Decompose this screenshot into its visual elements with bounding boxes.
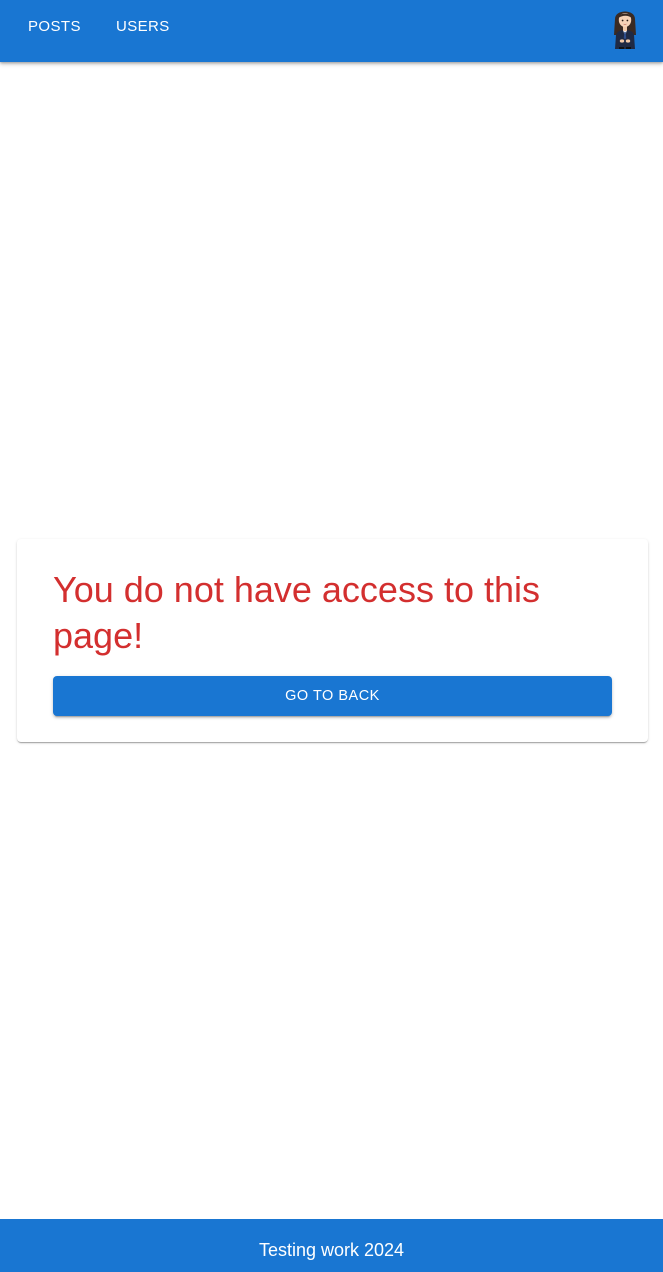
user-avatar-icon[interactable] xyxy=(607,5,643,49)
nav-posts-link[interactable]: POSTS xyxy=(28,17,81,37)
go-back-button[interactable]: GO TO BACK xyxy=(53,676,612,716)
avatar-illustration xyxy=(614,11,636,49)
footer-text: Testing work 2024 xyxy=(258,1240,405,1260)
footer: Testing work 2024 xyxy=(0,1219,663,1272)
access-denied-message: You do not have access to this page! xyxy=(53,569,541,656)
access-denied-card: You do not have access to this page! GO … xyxy=(17,539,648,742)
app-root: POSTS USERS You do not have access to th… xyxy=(0,0,663,1272)
app-bar: POSTS USERS xyxy=(0,0,663,62)
nav-users-link[interactable]: USERS xyxy=(116,17,170,37)
